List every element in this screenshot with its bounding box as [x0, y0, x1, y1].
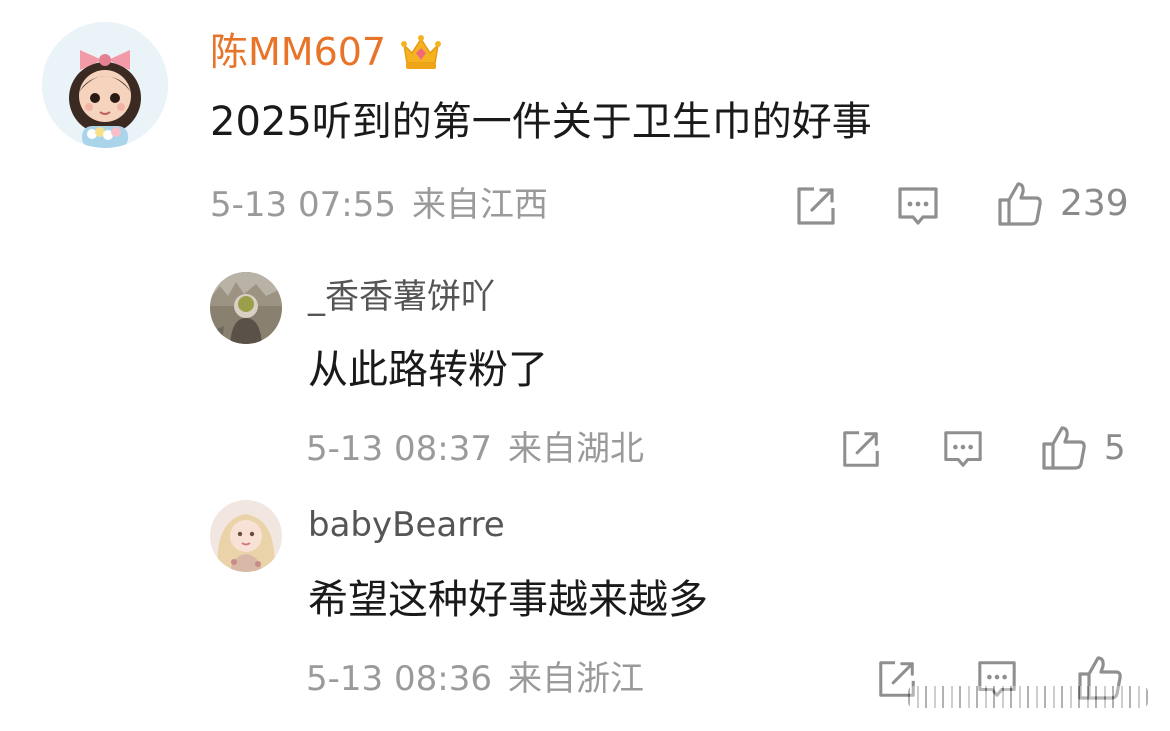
comment-location: 来自湖北 — [507, 429, 644, 469]
reply-button[interactable] — [942, 428, 984, 470]
username[interactable]: babyBearre — [308, 508, 505, 542]
share-button[interactable] — [794, 184, 838, 228]
share-button[interactable] — [840, 428, 882, 470]
comment-location: 来自江西 — [411, 185, 548, 225]
comment-item: 陈MM607 2025听到的第一件关于卫生巾的好事 5-13 07:55 来自江西 — [0, 0, 1170, 250]
avatar[interactable] — [210, 272, 282, 344]
avatar[interactable] — [210, 500, 282, 572]
thumbs-up-icon — [1042, 426, 1086, 470]
comment-meta: 5-13 07:55 来自江西 — [210, 188, 548, 222]
avatar-image — [42, 22, 168, 148]
crown-badge-icon — [398, 31, 444, 73]
comment-meta: 5-13 08:37 来自湖北 — [306, 432, 644, 466]
comment-date: 5-13 08:36 — [306, 659, 492, 699]
reply-button[interactable] — [896, 184, 940, 228]
share-icon — [843, 431, 879, 467]
like-count: 239 — [1060, 183, 1129, 224]
avatar-image — [210, 500, 282, 572]
avatar-image — [210, 272, 282, 344]
username-row: 陈MM607 — [210, 32, 444, 72]
username[interactable]: _香香薯饼吖 — [308, 280, 495, 314]
comment-location: 来自浙江 — [507, 659, 644, 699]
comment-date: 5-13 08:37 — [306, 429, 492, 469]
like-button[interactable]: 5 — [1040, 424, 1126, 472]
watermark-overlay — [908, 686, 1148, 708]
comment-icon — [944, 431, 982, 467]
comment-icon — [898, 187, 938, 225]
comment-text: 2025听到的第一件关于卫生巾的好事 — [210, 99, 872, 145]
avatar[interactable] — [42, 22, 168, 148]
like-button[interactable]: 239 — [996, 180, 1129, 228]
comment-text: 从此路转粉了 — [308, 347, 548, 393]
thumbs-up-icon — [998, 182, 1042, 226]
like-count: 5 — [1104, 428, 1126, 468]
comment-text: 希望这种好事越来越多 — [308, 577, 708, 623]
comment-meta: 5-13 08:36 来自浙江 — [306, 662, 644, 696]
comment-date: 5-13 07:55 — [210, 185, 396, 225]
reply-item: _香香薯饼吖 从此路转粉了 5-13 08:37 来自湖北 5 — [0, 250, 1170, 480]
share-icon — [797, 187, 835, 225]
username[interactable]: 陈MM607 — [210, 33, 386, 71]
